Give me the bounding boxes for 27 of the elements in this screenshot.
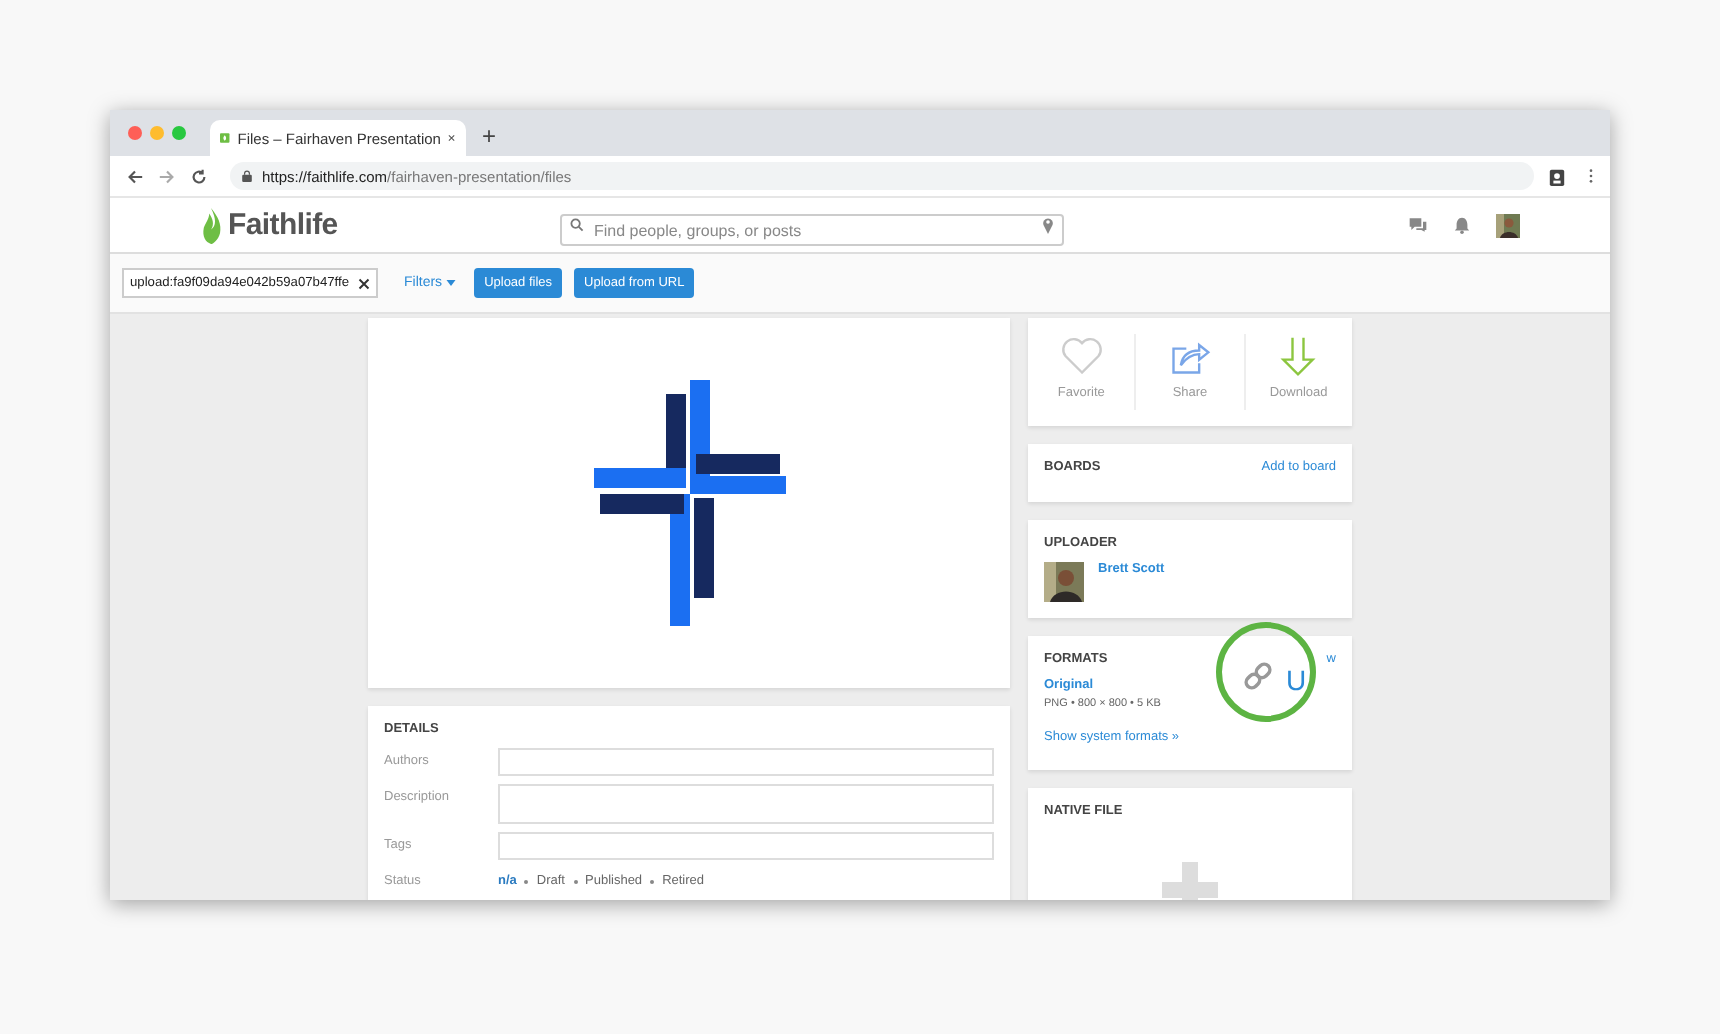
download-icon xyxy=(1276,334,1321,378)
flame-icon xyxy=(200,207,222,243)
zoom-dot[interactable] xyxy=(172,126,186,140)
reload-icon[interactable] xyxy=(190,167,208,185)
input-field[interactable] xyxy=(498,832,994,860)
close-icon[interactable] xyxy=(448,132,456,144)
search-field[interactable]: Find people, groups, or posts xyxy=(560,214,1064,246)
forward-icon[interactable] xyxy=(158,167,176,185)
close-dot[interactable] xyxy=(128,126,142,140)
link-icon xyxy=(1242,660,1274,692)
minimize-dot[interactable] xyxy=(150,126,164,140)
logo-text[interactable]: Faithlife xyxy=(228,208,338,242)
bell-icon[interactable] xyxy=(1452,216,1472,234)
profile-icon[interactable] xyxy=(1548,167,1566,185)
lock-icon xyxy=(242,170,252,182)
clear-icon[interactable] xyxy=(358,277,370,289)
caret-icon xyxy=(446,280,457,286)
flame-icon xyxy=(220,130,230,146)
more-icon[interactable] xyxy=(1588,168,1594,184)
new-tab-button[interactable]: + xyxy=(482,122,497,150)
input-field[interactable] xyxy=(498,748,994,776)
back-icon[interactable] xyxy=(126,167,144,185)
chat-icon[interactable] xyxy=(1408,216,1428,234)
heart-icon xyxy=(1059,334,1104,378)
location-pin-icon xyxy=(1042,216,1054,234)
partial-text: U xyxy=(1286,666,1307,694)
search-icon xyxy=(570,218,584,232)
